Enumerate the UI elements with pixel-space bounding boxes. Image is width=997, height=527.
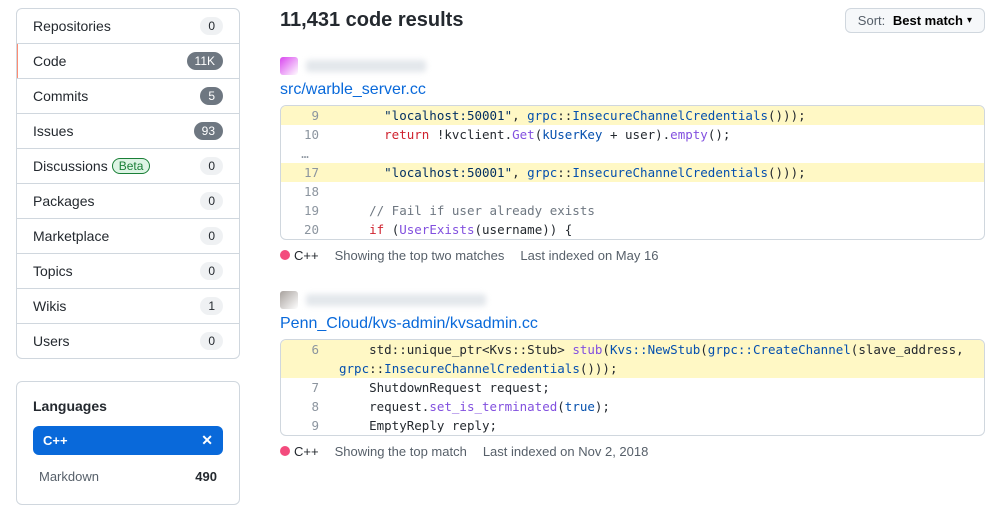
- nav-commits[interactable]: Commits 5: [17, 79, 239, 114]
- code-line: 20 if (UserExists(username)) {: [281, 220, 984, 239]
- nav-count: 0: [200, 192, 223, 210]
- code-line: 19 // Fail if user already exists: [281, 201, 984, 220]
- language-filter-active[interactable]: C++ ✕: [33, 426, 223, 455]
- nav-count: 0: [200, 227, 223, 245]
- search-result: src/warble_server.cc 9 "localhost:50001"…: [280, 57, 985, 263]
- nav-label: Commits: [33, 88, 88, 104]
- nav-label: Code: [33, 53, 66, 69]
- nav-count: 0: [200, 262, 223, 280]
- match-count: Showing the top match: [335, 444, 467, 459]
- language-dot-icon: [280, 446, 290, 456]
- language-label: C++: [294, 444, 319, 459]
- repo-name-redacted: [306, 294, 486, 306]
- language-count: 490: [195, 469, 217, 484]
- result-meta: C++ Showing the top two matches Last ind…: [280, 248, 985, 263]
- nav-repositories[interactable]: Repositories 0: [17, 9, 239, 44]
- match-count: Showing the top two matches: [335, 248, 505, 263]
- sort-label: Sort:: [858, 13, 885, 28]
- language-dot-icon: [280, 250, 290, 260]
- caret-down-icon: ▾: [967, 15, 972, 26]
- language-name: C++: [43, 433, 68, 448]
- nav-label: Users: [33, 333, 70, 349]
- nav-topics[interactable]: Topics 0: [17, 254, 239, 289]
- nav-label: Packages: [33, 193, 94, 209]
- results-count-title: 11,431 code results: [280, 9, 463, 32]
- nav-count: 1: [200, 297, 223, 315]
- result-meta: C++ Showing the top match Last indexed o…: [280, 444, 985, 459]
- nav-count: 11K: [187, 52, 223, 70]
- code-snippet[interactable]: 6 std::unique_ptr<Kvs::Stub> stub(Kvs::N…: [280, 339, 985, 436]
- nav-code[interactable]: Code 11K: [17, 44, 239, 79]
- file-path-link[interactable]: src/warble_server.cc: [280, 81, 985, 99]
- nav-count: 93: [194, 122, 223, 140]
- beta-badge: Beta: [112, 158, 151, 174]
- code-line: grpc::InsecureChannelCredentials()));: [281, 359, 984, 378]
- nav-label: Discussions: [33, 158, 108, 174]
- code-line: 9 EmptyReply reply;: [281, 416, 984, 435]
- nav-issues[interactable]: Issues 93: [17, 114, 239, 149]
- indexed-date: Last indexed on May 16: [520, 248, 658, 263]
- code-line: 18: [281, 182, 984, 201]
- file-path-link[interactable]: Penn_Cloud/kvs-admin/kvsadmin.cc: [280, 315, 985, 333]
- nav-discussions[interactable]: DiscussionsBeta 0: [17, 149, 239, 184]
- nav-count: 0: [200, 157, 223, 175]
- languages-title: Languages: [33, 398, 223, 414]
- language-option[interactable]: Markdown 490: [33, 465, 223, 488]
- code-line: 17 "localhost:50001", grpc::InsecureChan…: [281, 163, 984, 182]
- nav-wikis[interactable]: Wikis 1: [17, 289, 239, 324]
- sort-button[interactable]: Sort: Best match ▾: [845, 8, 985, 33]
- nav-label: Repositories: [33, 18, 111, 34]
- code-snippet[interactable]: 9 "localhost:50001", grpc::InsecureChann…: [280, 105, 985, 240]
- code-line: 8 request.set_is_terminated(true);: [281, 397, 984, 416]
- code-ellipsis: …: [281, 144, 984, 163]
- code-line: 9 "localhost:50001", grpc::InsecureChann…: [281, 106, 984, 125]
- nav-users[interactable]: Users 0: [17, 324, 239, 358]
- code-line: 10 return !kvclient.Get(kUserKey + user)…: [281, 125, 984, 144]
- avatar: [280, 57, 298, 75]
- nav-count: 5: [200, 87, 223, 105]
- languages-filter: Languages C++ ✕ Markdown 490: [16, 381, 240, 505]
- nav-count: 0: [200, 17, 223, 35]
- avatar: [280, 291, 298, 309]
- nav-label: Issues: [33, 123, 73, 139]
- indexed-date: Last indexed on Nov 2, 2018: [483, 444, 649, 459]
- search-type-nav: Repositories0 Code11K Commits5 Issues93 …: [16, 8, 240, 359]
- nav-label: Marketplace: [33, 228, 109, 244]
- sort-value: Best match: [893, 13, 963, 28]
- nav-label: Wikis: [33, 298, 66, 314]
- nav-marketplace[interactable]: Marketplace 0: [17, 219, 239, 254]
- nav-count: 0: [200, 332, 223, 350]
- code-line: 6 std::unique_ptr<Kvs::Stub> stub(Kvs::N…: [281, 340, 984, 359]
- remove-filter-icon[interactable]: ✕: [201, 432, 213, 449]
- nav-packages[interactable]: Packages 0: [17, 184, 239, 219]
- search-result: Penn_Cloud/kvs-admin/kvsadmin.cc 6 std::…: [280, 291, 985, 459]
- nav-label: Topics: [33, 263, 73, 279]
- language-name: Markdown: [39, 469, 99, 484]
- code-line: 7 ShutdownRequest request;: [281, 378, 984, 397]
- repo-name-redacted: [306, 60, 426, 72]
- language-label: C++: [294, 248, 319, 263]
